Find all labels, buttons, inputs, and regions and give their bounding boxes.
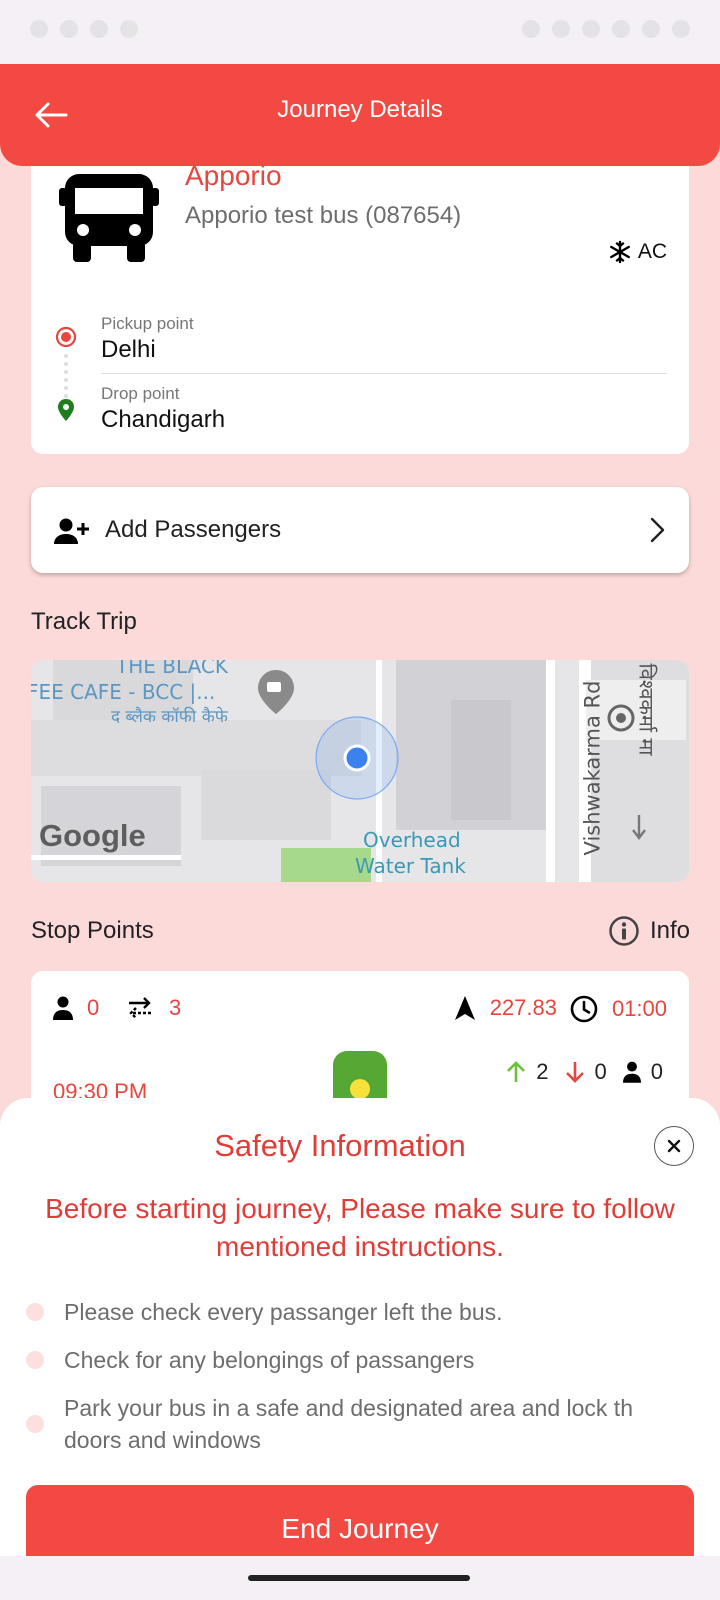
map-poi-label: Water Tank	[355, 854, 466, 878]
instruction-list: Please check every passanger left the bu…	[26, 1296, 694, 1472]
duration: 01:00	[570, 995, 667, 1023]
add-passengers-label: Add Passengers	[105, 516, 282, 543]
chevron-right-icon	[650, 517, 665, 543]
transfer-count-value: 3	[169, 995, 182, 1020]
add-passengers-button[interactable]: Add Passengers	[31, 487, 689, 573]
bus-details-card: Apporio Apporio test bus (087654) AC Pic…	[31, 140, 689, 454]
stop-points-title: Stop Points	[31, 917, 154, 944]
bullet-dot	[26, 1303, 44, 1321]
sheet-title: Safety Information	[214, 1128, 466, 1163]
swap-arrows-icon	[129, 997, 151, 1019]
info-icon	[609, 916, 639, 946]
drop-location-pin-icon	[58, 399, 74, 421]
sheet-subtitle: Before starting journey, Please make sur…	[45, 1193, 675, 1262]
snowflake-icon	[609, 240, 630, 264]
navigation-arrow-icon	[454, 996, 475, 1020]
instruction-text: Park your bus in a safe and designated a…	[64, 1395, 633, 1453]
instruction-text: Please check every passanger left the bu…	[64, 1299, 503, 1325]
stop-points-card[interactable]: 0 3 227.83 01:00 09:30 PM 2 0 0	[31, 971, 689, 1111]
list-item: Check for any belongings of passangers	[26, 1344, 694, 1376]
alighting-count: 0	[594, 1059, 607, 1084]
instruction-text: Check for any belongings of passangers	[64, 1347, 475, 1373]
home-indicator[interactable]	[248, 1575, 470, 1581]
divider	[101, 373, 667, 374]
arrow-up-icon	[507, 1061, 526, 1082]
boarding-count: 2	[536, 1059, 549, 1084]
transfer-count: 3	[125, 995, 181, 1021]
info-label: Info	[649, 917, 690, 944]
page-title: Journey Details	[277, 96, 443, 123]
pickup-value: Delhi	[101, 336, 156, 363]
clock-icon	[570, 995, 598, 1023]
person-icon	[53, 996, 73, 1020]
map-road-label: विश्वकर्मा मा	[634, 663, 659, 756]
pickup-label: Pickup point	[101, 314, 194, 333]
distance: 227.83	[454, 995, 557, 1021]
info-button[interactable]: Info	[608, 915, 690, 947]
drop-label: Drop point	[101, 384, 180, 403]
google-logo: Google	[39, 818, 146, 853]
person-icon	[622, 1061, 641, 1083]
status-icons-right	[522, 20, 690, 38]
route-connector	[64, 354, 68, 398]
distance-value: 227.83	[489, 995, 557, 1020]
stop-counts: 2 0 0	[506, 1059, 663, 1085]
status-bar	[0, 0, 720, 64]
track-trip-title: Track Trip	[31, 608, 137, 635]
add-person-icon	[54, 518, 89, 544]
map-poi-label: द ब्लैक कॉफी कैफे	[111, 707, 228, 727]
pickup-marker-icon	[55, 326, 77, 348]
passenger-count: 0	[53, 995, 99, 1021]
trip-map[interactable]: THE BLACK FEE CAFE - BCC |... द ब्लैक कॉ…	[31, 660, 689, 882]
arrow-down-icon	[565, 1062, 584, 1083]
ac-label: AC	[637, 240, 667, 263]
close-button[interactable]	[654, 1126, 694, 1166]
bullet-dot	[26, 1351, 44, 1369]
bus-name: Apporio test bus (087654)	[185, 202, 462, 229]
app-bar: Journey Details	[0, 64, 720, 166]
drop-value: Chandigarh	[101, 406, 226, 433]
map-road-label: Vishwakarma Rd	[580, 680, 605, 856]
list-item: Please check every passanger left the bu…	[26, 1296, 694, 1328]
system-nav-bar	[0, 1556, 720, 1600]
onboard-count: 0	[650, 1059, 663, 1084]
passenger-count-value: 0	[87, 995, 100, 1020]
ac-badge: AC	[608, 240, 667, 264]
list-item: Park your bus in a safe and designated a…	[26, 1392, 694, 1456]
bus-icon	[59, 174, 159, 262]
map-poi-label: THE BLACK	[116, 660, 228, 678]
bullet-dot	[26, 1415, 44, 1433]
close-icon	[667, 1139, 681, 1153]
map-poi-label: Overhead	[363, 828, 461, 852]
duration-value: 01:00	[611, 996, 667, 1021]
map-poi-label: FEE CAFE - BCC |...	[31, 680, 216, 704]
stop-dot	[350, 1079, 370, 1099]
status-icons-left	[30, 20, 138, 38]
